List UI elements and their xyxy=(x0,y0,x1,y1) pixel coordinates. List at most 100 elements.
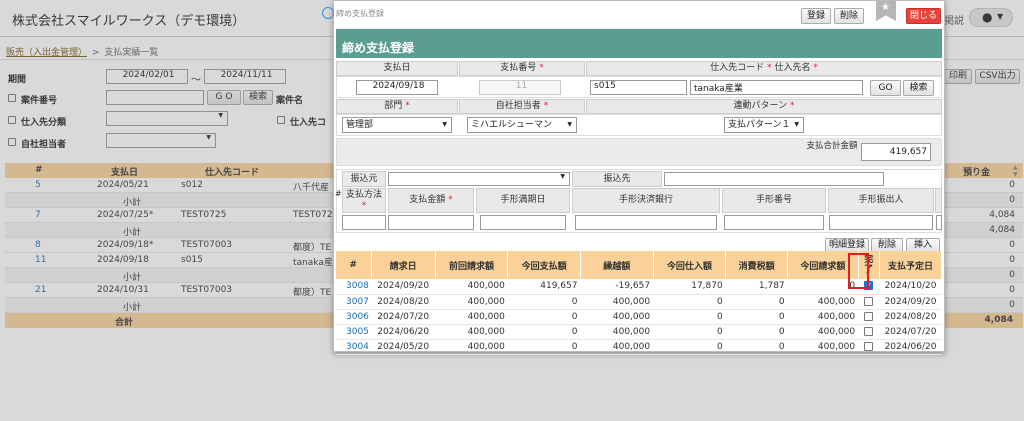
pay-no-input: 11 xyxy=(479,80,561,95)
pay-date-input[interactable]: 2024/09/18 xyxy=(356,80,438,95)
detail-prev: 400,000 xyxy=(435,279,508,295)
detail-paid: 0 xyxy=(507,339,581,355)
done-cell xyxy=(858,294,880,310)
method-input[interactable] xyxy=(342,215,386,230)
modal-heading: 締め支払登録 xyxy=(342,41,415,55)
detail-tax: 0 xyxy=(725,294,788,310)
detail-due: 2024/08/20 xyxy=(879,309,942,325)
detail-bill-date: 2024/09/20 xyxy=(371,279,436,295)
detail-bill: 400,000 xyxy=(787,309,859,325)
detail-purchase: 0 xyxy=(653,324,726,340)
pay-no-header: 支払番号 * xyxy=(459,61,585,76)
supplier-search-button[interactable]: 検索 xyxy=(903,80,934,96)
caret-icon: ▼ xyxy=(794,121,799,128)
done-checkbox[interactable] xyxy=(864,341,874,351)
bank-header: 手形決済銀行 xyxy=(572,188,720,213)
detail-id[interactable]: 3007 xyxy=(336,294,372,310)
detail-tax: 0 xyxy=(725,324,788,340)
detail-id[interactable]: 3008 xyxy=(336,279,372,295)
supplier-code-input[interactable]: s015 xyxy=(590,80,687,95)
star-icon: ★ xyxy=(881,2,890,13)
modal-title-bar: 締め支払登録 登録 削除 ★ 閉じる xyxy=(322,1,944,27)
issuer-input[interactable] xyxy=(829,215,933,230)
detail-paid: 0 xyxy=(507,309,581,325)
detail-paid: 419,657 xyxy=(507,279,581,295)
bill-no-input[interactable] xyxy=(724,215,824,230)
header-overflow xyxy=(935,188,942,213)
detail-tax: 0 xyxy=(725,339,788,355)
detail-bill: 400,000 xyxy=(787,339,859,355)
dh-no: # xyxy=(336,251,372,279)
done-cell xyxy=(858,324,880,340)
due-header: 手形満期日 xyxy=(476,188,570,213)
transfer-from-select[interactable]: ▼ xyxy=(388,172,570,186)
done-highlight xyxy=(848,253,869,289)
detail-bill: 400,000 xyxy=(787,294,859,310)
detail-row: 3006 2024/07/20 400,000 0 400,000 0 0 400,000 20… xyxy=(336,309,942,325)
modal-spinner-icon xyxy=(322,7,334,19)
due-input[interactable] xyxy=(480,215,566,230)
dh-prev: 前回請求額 xyxy=(435,251,509,279)
supplier-header: 仕入先コード * 仕入先名 * xyxy=(586,61,942,76)
modal-window-title: 締め支払登録 xyxy=(336,9,384,18)
dept-select[interactable]: 管理部 ▼ xyxy=(342,117,452,133)
detail-row: 3005 2024/06/20 400,000 0 400,000 0 0 400,000 20… xyxy=(336,324,942,340)
dh-paid: 今回支払額 xyxy=(507,251,581,279)
caret-icon: ▼ xyxy=(442,121,447,128)
dh-carry: 繰越額 xyxy=(580,251,654,279)
method-header: 支払方法 * xyxy=(342,188,386,213)
detail-id[interactable]: 3006 xyxy=(336,309,372,325)
detail-purchase: 17,870 xyxy=(653,279,726,295)
detail-bill-date: 2024/08/20 xyxy=(371,294,436,310)
supplier-go-button[interactable]: GO xyxy=(870,80,901,96)
pattern-select[interactable]: 支払パターン１ ▼ xyxy=(724,117,804,133)
bank-input[interactable] xyxy=(575,215,717,230)
detail-carry: -19,657 xyxy=(580,279,654,295)
transfer-to-input[interactable] xyxy=(664,172,884,186)
bill-no-header: 手形番号 xyxy=(722,188,826,213)
detail-bill-date: 2024/06/20 xyxy=(371,324,436,340)
staff-header: 自社担当者 * xyxy=(459,99,585,114)
modal-header-band: 締め支払登録 xyxy=(336,28,942,58)
dept-header: 部門 * xyxy=(336,99,458,114)
transfer-from-header: 振込元 xyxy=(342,171,386,187)
detail-carry: 400,000 xyxy=(580,339,654,355)
dh-due: 支払予定日 xyxy=(879,251,942,279)
detail-id[interactable]: 3005 xyxy=(336,324,372,340)
done-checkbox[interactable] xyxy=(864,311,874,321)
payment-modal: 締め支払登録 登録 削除 ★ 閉じる 締め支払登録 支払日 支払番号 * 仕入先… xyxy=(322,0,945,355)
dh-bill-date: 請求日 xyxy=(371,251,436,279)
delete-button[interactable]: 削除 xyxy=(834,8,864,24)
detail-due: 2024/10/20 xyxy=(879,279,942,295)
staff-select[interactable]: ミハエルシューマン ▼ xyxy=(467,117,577,133)
detail-due: 2024/09/20 xyxy=(879,294,942,310)
detail-paid: 0 xyxy=(507,324,581,340)
detail-bill: 400,000 xyxy=(787,324,859,340)
done-cell xyxy=(858,309,880,325)
detail-row: 3007 2024/08/20 400,000 0 400,000 0 0 400,000 20… xyxy=(336,294,942,310)
detail-carry: 400,000 xyxy=(580,294,654,310)
detail-purchase: 0 xyxy=(653,339,726,355)
detail-prev: 400,000 xyxy=(435,324,508,340)
detail-tax: 0 xyxy=(725,309,788,325)
hash-label: # xyxy=(335,189,342,198)
detail-id[interactable]: 3004 xyxy=(336,339,372,355)
detail-prev: 400,000 xyxy=(435,294,508,310)
register-button[interactable]: 登録 xyxy=(801,8,831,24)
dh-purchase: 今回仕入額 xyxy=(653,251,727,279)
caret-icon: ▼ xyxy=(560,173,565,180)
overflow-input[interactable] xyxy=(936,215,942,230)
amount-input[interactable] xyxy=(388,215,474,230)
dh-tax: 消費税額 xyxy=(725,251,789,279)
detail-due: 2024/07/20 xyxy=(879,324,942,340)
detail-due: 2024/06/20 xyxy=(879,339,942,355)
close-button[interactable]: 閉じる xyxy=(906,8,941,24)
done-checkbox[interactable] xyxy=(864,326,874,336)
bookmark-icon[interactable]: ★ xyxy=(876,1,896,21)
detail-prev: 400,000 xyxy=(435,309,508,325)
detail-row: 3004 2024/05/20 400,000 0 400,000 0 0 400,000 20… xyxy=(336,339,942,355)
detail-purchase: 0 xyxy=(653,294,726,310)
done-checkbox[interactable] xyxy=(864,296,874,306)
detail-purchase: 0 xyxy=(653,309,726,325)
supplier-name-input[interactable]: tanaka産業 xyxy=(690,80,863,95)
